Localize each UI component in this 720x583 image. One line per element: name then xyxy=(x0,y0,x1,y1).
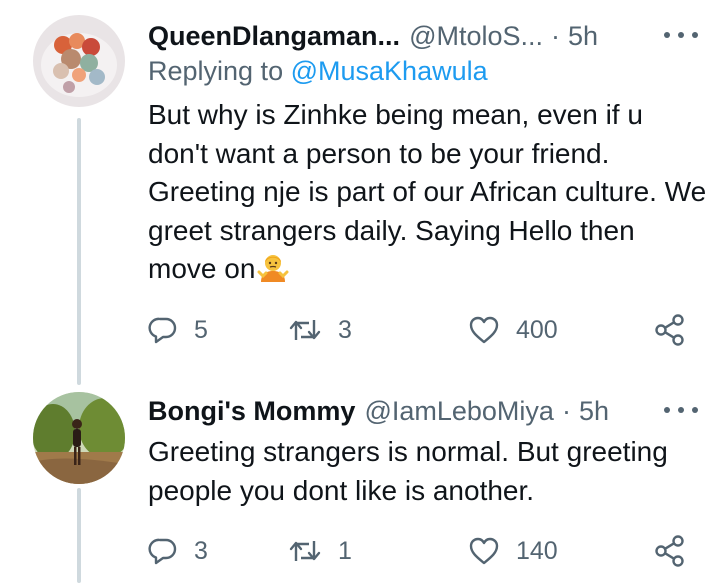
thread-line xyxy=(77,488,81,583)
timestamp[interactable]: 5h xyxy=(579,396,609,427)
avatar[interactable] xyxy=(33,15,125,107)
more-options-icon[interactable] xyxy=(664,399,698,421)
retweet-count: 3 xyxy=(338,315,352,344)
reply-count: 5 xyxy=(194,315,208,344)
like-count: 140 xyxy=(516,536,558,565)
separator-dot: · xyxy=(551,20,561,51)
thread-line xyxy=(77,118,81,385)
tweet[interactable]: Bongi's Mommy @IamLeboMiya · 5h Greeting… xyxy=(0,385,720,583)
tweet-text-content: But why is Zinhke being mean, even if u … xyxy=(148,99,707,284)
display-name[interactable]: QueenDlangaman... xyxy=(148,21,400,52)
like-button[interactable]: 400 xyxy=(468,310,558,350)
display-name[interactable]: Bongi's Mommy xyxy=(148,396,355,427)
reply-button[interactable]: 5 xyxy=(148,310,208,350)
tweet-actions: 3 1 140 xyxy=(148,531,720,571)
share-button[interactable] xyxy=(653,310,687,350)
retweet-count: 1 xyxy=(338,536,352,565)
tweet-text-content: Greeting strangers is normal. But greeti… xyxy=(148,436,668,506)
mention-link[interactable]: @MusaKhawula xyxy=(291,56,488,86)
person-shrugging-emoji xyxy=(257,252,289,284)
tweet-header: Bongi's Mommy @IamLeboMiya · 5h xyxy=(148,391,720,431)
avatar[interactable] xyxy=(33,392,125,484)
timestamp[interactable]: 5h xyxy=(568,21,598,52)
user-handle[interactable]: @MtoloS... xyxy=(409,21,543,52)
reply-icon xyxy=(148,538,177,565)
retweet-button[interactable]: 3 xyxy=(288,310,352,350)
tweet-text: Greeting strangers is normal. But greeti… xyxy=(148,433,708,510)
tweet-header: QueenDlangaman... @MtoloS... · 5h xyxy=(148,16,720,56)
tweet[interactable]: QueenDlangaman... @MtoloS... · 5h Replyi… xyxy=(0,0,720,385)
retweet-icon xyxy=(289,541,321,561)
reply-count: 3 xyxy=(194,536,208,565)
like-button[interactable]: 140 xyxy=(468,531,558,571)
more-options-icon[interactable] xyxy=(664,24,698,46)
reply-icon xyxy=(148,317,177,344)
tweet-text: But why is Zinhke being mean, even if u … xyxy=(148,96,708,289)
like-count: 400 xyxy=(516,315,558,344)
heart-icon xyxy=(469,537,499,565)
retweet-icon xyxy=(289,320,321,340)
share-button[interactable] xyxy=(653,531,687,571)
separator-dot: · xyxy=(561,395,571,426)
heart-icon xyxy=(469,316,499,344)
share-icon xyxy=(655,314,684,346)
user-handle[interactable]: @IamLeboMiya xyxy=(364,396,554,427)
replying-to: Replying to @MusaKhawula xyxy=(148,56,488,87)
reply-button[interactable]: 3 xyxy=(148,531,208,571)
share-icon xyxy=(655,535,684,567)
replying-to-label: Replying to xyxy=(148,56,284,86)
retweet-button[interactable]: 1 xyxy=(288,531,352,571)
tweet-actions: 5 3 400 xyxy=(148,310,720,350)
